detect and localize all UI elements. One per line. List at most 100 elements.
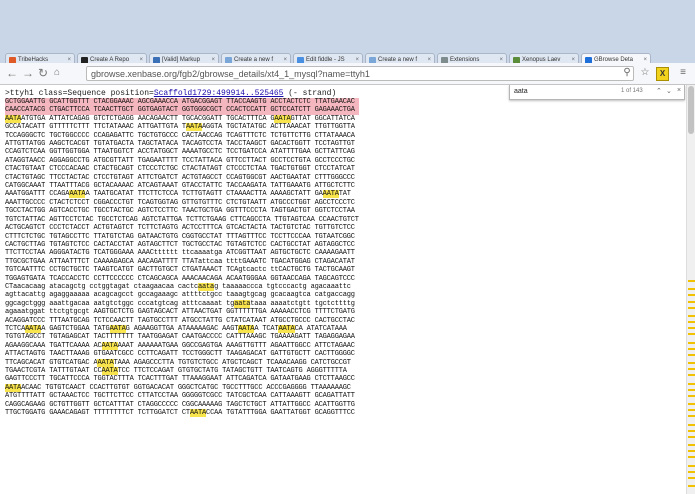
find-match-highlight: aata [234, 299, 251, 308]
sequence-line: CTTTCTCTGC TGTAGCCTTC TTATGTCTAG GATAACT… [5, 232, 355, 241]
scrollbar-match-marker [688, 470, 695, 473]
sequence-line: CAACCATACG CTGACTTCCA TCAACTTGCT GGTGAGT… [5, 106, 359, 115]
sequence-line: TGTCAATTTC CCTGCTGCTC TAAGTCATGT GACTTGT… [5, 266, 355, 275]
forward-arrow-icon[interactable]: → [22, 67, 34, 79]
bookmark-star-icon[interactable]: ☆ [639, 67, 651, 79]
sequence-line: agaaatggat ttctgtgcgt AAGTGCTCTG GAGTAGC… [5, 308, 355, 317]
scrollbar-match-marker [688, 362, 695, 364]
sequence-line: ggcagctggg aaattgacaa aatgtctggc cccatgt… [5, 299, 355, 308]
scrollbar-match-marker [688, 288, 695, 291]
browser-toolbar: ← → ↻ ⌂ gbrowse.xenbase.org/fgb2/gbrowse… [0, 63, 695, 85]
zoom-icon[interactable]: ⚲ [621, 67, 633, 79]
sequence-line: ATTGTTATGG AAGCTCACGT TGTATGACTA TAGCTAT… [5, 140, 355, 149]
sequence-line: AAATTGCCCC CTACTCTCCT CGGACCCTGT TCAGTGG… [5, 198, 355, 207]
find-match-highlight: AATA [278, 324, 295, 333]
sequence-line: agttacattg agaggaaaaa acagcagcct gccagaa… [5, 291, 355, 300]
sequence-line: TTGCTGGATG GAAACAGAGT TTTTTTTTCT TCTTGGA… [5, 409, 355, 418]
sequence-line: CACTGCTTAG TGTAGTCTCC CACTACCTAT AGTAGCT… [5, 240, 355, 249]
sequence-line: CAGGCAGAAG GCTGTTGGTT GCTCATTTAT CTAGGCC… [5, 400, 355, 409]
scrollbar-match-marker [688, 327, 695, 330]
find-match-highlight: AATA [109, 324, 126, 333]
sequence-line: AAATGGATTT CCAGAAATAA TAATGCATAT TTCTTCT… [5, 190, 351, 199]
find-bar: aata 1 of 143 ⌃ ⌄ × [509, 85, 685, 100]
scrollbar-match-marker [688, 403, 695, 405]
find-match-highlight: AATA [238, 324, 255, 333]
scaffold-position-link[interactable]: Scaffold1729:499914..525465 [154, 89, 284, 98]
extension-icon[interactable]: X [656, 67, 669, 81]
sequence-block: GCTGGAATTG GCATTGGTTT CTACGGAAAC AGCGAAA… [5, 98, 359, 418]
scrollbar-match-marker [688, 280, 695, 282]
sequence-line: TTCTTCCTAA AGGGATACTG TCATGGGAAA AAACttt… [5, 249, 355, 258]
scrollbar-match-marker [688, 382, 695, 385]
sequence-line: CCAGTCTCAA GGTTGGTGGA TTAATGGTCT ACCTATG… [5, 148, 355, 157]
scrollbar-match-marker [688, 394, 695, 397]
find-hit-markers [688, 280, 695, 490]
sequence-line: ACTGCAGTCT CCCTCTACCT ACTGTAGTCT TCTTCTA… [5, 224, 355, 233]
scrollbar-match-marker [688, 456, 695, 459]
sequence-line: TGGAGTGATA TCACCACCTC CCTTCCCCCC CTCAGCA… [5, 274, 355, 283]
sequence-line: TGTCTATTAC AGTTCCTCTAC TGCCTCTCAG AGTCTA… [5, 215, 359, 224]
find-match-highlight: AATA [69, 190, 86, 199]
back-arrow-icon[interactable]: ← [6, 67, 18, 79]
find-input[interactable]: aata [514, 88, 528, 95]
find-match-highlight: AATA [189, 409, 207, 418]
scrollbar-match-marker [688, 374, 695, 377]
scrollbar-match-marker [688, 341, 695, 344]
home-icon[interactable]: ⌂ [54, 67, 60, 79]
scrollbar-match-marker [688, 300, 695, 303]
scrollbar-match-marker [688, 444, 695, 446]
sequence-line: ATGTTTTATT GCTAAACTCC TGCTTCTTCC CTTATCC… [5, 392, 355, 401]
sequence-line: GAGTTCCCTT TGCATTCCCA TGGTACTTTA TCACTTT… [5, 375, 355, 384]
scrollbar-match-marker [688, 409, 695, 412]
find-next-icon[interactable]: ⌄ [666, 87, 672, 95]
scrollbar-match-marker [688, 347, 695, 350]
find-match-highlight: AATA [5, 383, 22, 392]
sequence-line: TTCAGCACAT GTGTCATGAC AAATATAAA AGAGCCCT… [5, 358, 351, 367]
vertical-scrollbar[interactable] [686, 85, 695, 494]
find-match-highlight: AATA [101, 367, 118, 375]
sequence-line: GCTGGAATTG GCATTGGTTT CTACGGAAAC AGCGAAA… [5, 98, 359, 107]
scrollbar-match-marker [688, 435, 695, 438]
scrollbar-match-marker [688, 388, 695, 391]
scrollbar-match-marker [688, 306, 695, 309]
scrollbar-match-marker [688, 353, 695, 356]
scrollbar-match-marker [688, 423, 695, 426]
find-match-highlight: AATA [322, 190, 339, 199]
find-match-highlight: aata [198, 282, 215, 291]
scrollbar-match-marker [688, 294, 695, 297]
sequence-line: ATTACTAGTG TAACTTAAAG GTGAATCGCC CCTTCAG… [5, 350, 355, 359]
find-match-highlight: AATA [274, 114, 291, 123]
sequence-line: ACAGGATCCC TTTAATGCAG TCTCCAACTT TAGTGCC… [5, 316, 355, 325]
sequence-line: TCCAGGGCTC TGCTGGCCCC CCAGAGATTC TGCTGTG… [5, 131, 355, 140]
find-close-icon[interactable]: × [677, 87, 681, 94]
page-content: >ttyh1 class=Sequence position=Scaffold1… [0, 85, 686, 494]
sequence-line: CTACTGTAAT CTCCCACAAC CTACTGCAGT CTCCCTC… [5, 165, 355, 174]
sequence-line: AGAAGGCAAA TGATTCAAAA ACAATAAAAT AAAAAAT… [5, 341, 355, 350]
find-match-highlight: AATA [185, 123, 203, 132]
address-bar[interactable]: gbrowse.xenbase.org/fgb2/gbrowse_details… [86, 66, 634, 81]
sequence-line: CATGGCAAAT TTAATTTACG GCTACAAAAC ATCAGTA… [5, 182, 355, 191]
reload-icon[interactable]: ↻ [38, 67, 48, 79]
title-suffix: (- strand) [283, 89, 337, 98]
scrollbar-thumb[interactable] [688, 86, 694, 134]
find-match-highlight: AATA [25, 324, 42, 333]
scrollbar-match-marker [688, 415, 695, 418]
sequence-line: GCCATACATT GTTTTTCTTT TTCTATAAAC ATTGATT… [5, 123, 355, 132]
scrollbar-match-marker [688, 429, 695, 432]
sequence-line: ATAGGTAACC AGGAGGCCTG ATGCGTTATT TGAGAAT… [5, 156, 355, 165]
scrollbar-match-marker [688, 333, 695, 336]
sequence-line: CTACTGTAGC TTCCTACTAC CTCCTGTAGT ATTCTGA… [5, 173, 355, 182]
sequence-line: AATAACAAC TGTGTCAACT CCACTTGTGT GGTGACAC… [5, 383, 351, 392]
scrollbar-match-marker [688, 321, 695, 323]
scrollbar-match-marker [688, 368, 695, 371]
title-prefix: >ttyh1 class=Sequence position= [5, 89, 154, 98]
menu-icon[interactable]: ≡ [677, 67, 689, 79]
sequence-line: CTaacacaag atacagctg cctggtagat ctaagaac… [5, 282, 351, 291]
sequence-line: TTGCGCTGAA ATTAATTTCT CAAAAGAGCA AACAGAT… [5, 257, 355, 266]
scrollbar-match-marker [688, 485, 695, 487]
find-match-highlight: AATA [97, 358, 114, 367]
sequence-line: TGTGTAGCCT TGTAGAGCAT TACTTTTTTT TAATGGA… [5, 333, 355, 342]
find-previous-icon[interactable]: ⌃ [656, 87, 662, 95]
sequence-line: TGCCTACTGG AGTCACCTGC TGCCTACTGC AGTCTCC… [5, 207, 355, 216]
sequence-line: TGAACTCGTA TATTTGTAAT CCAATATCC TTCTCCAG… [5, 367, 347, 375]
